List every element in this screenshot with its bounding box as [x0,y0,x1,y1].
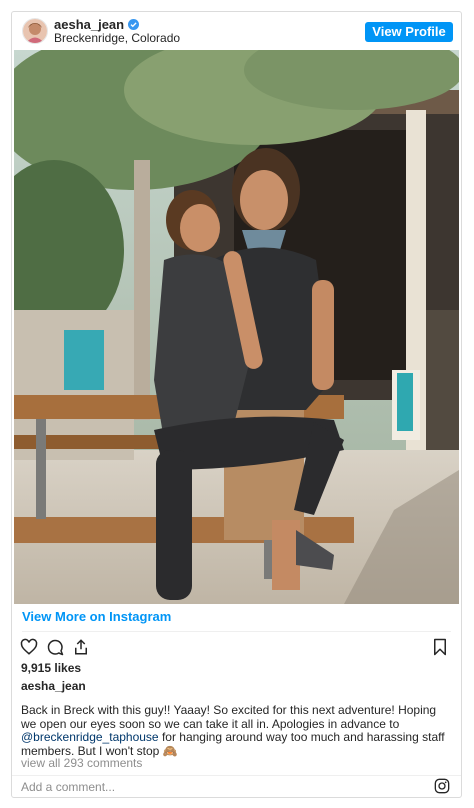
add-comment-input[interactable]: Add a comment... [21,780,115,794]
comment-icon[interactable] [46,638,64,656]
divider [22,631,451,632]
post-header: aesha_jean Breckenridge, Colorado View P… [12,12,461,50]
divider [12,775,461,776]
post-photo[interactable] [14,50,459,604]
username[interactable]: aesha_jean [54,17,140,32]
avatar-image [23,19,47,43]
post-owner-username[interactable]: aesha_jean [21,679,86,693]
location-label[interactable]: Breckenridge, Colorado [54,31,180,45]
instagram-embed-card: aesha_jean Breckenridge, Colorado View P… [11,11,462,798]
view-profile-button[interactable]: View Profile [365,22,453,42]
caption-text: Back in Breck with this guy!! Yaaay! So … [21,703,437,731]
heart-icon[interactable] [20,638,38,656]
likes-count[interactable]: 9,915 likes [21,661,81,675]
view-more-link[interactable]: View More on Instagram [22,609,171,625]
caption-mention[interactable]: @breckenridge_taphouse [21,730,159,744]
share-icon[interactable] [72,638,90,656]
photo-couple-outdoors [14,50,459,604]
bookmark-icon[interactable] [432,638,450,656]
monkey-emoji: 🙈 [162,743,178,758]
username-text: aesha_jean [54,17,125,32]
verified-badge-icon [128,19,140,30]
action-bar [20,638,90,656]
post-caption: Back in Breck with this guy!! Yaaay! So … [21,703,449,758]
avatar[interactable] [22,18,48,44]
instagram-logo-icon[interactable] [434,778,450,794]
view-comments-link[interactable]: view all 293 comments [21,756,142,770]
